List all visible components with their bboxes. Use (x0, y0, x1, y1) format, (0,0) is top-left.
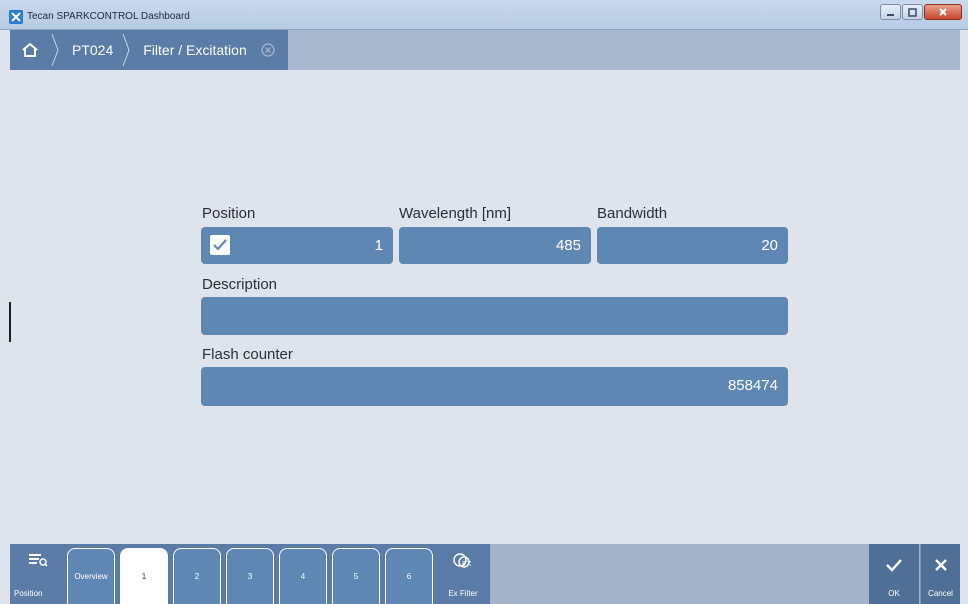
cancel-button[interactable]: Cancel (920, 544, 960, 604)
ex-filter-button[interactable]: EX Ex Filter (436, 544, 490, 604)
ex-filter-label: Ex Filter (448, 589, 478, 598)
ok-button[interactable]: OK (869, 544, 919, 604)
chevron-right-icon (121, 30, 135, 70)
position-tool-label: Position (14, 589, 43, 598)
position-tool-button[interactable]: Position (10, 544, 66, 604)
bandwidth-value: 20 (761, 237, 778, 254)
description-label: Description (202, 276, 278, 293)
minimize-button[interactable] (880, 4, 901, 20)
position-checkbox[interactable] (210, 235, 230, 255)
close-circle-icon[interactable] (261, 43, 275, 57)
checkmark-icon (213, 239, 227, 251)
tab-3[interactable]: 3 (226, 548, 274, 604)
list-search-icon (29, 554, 48, 567)
chevron-right-icon (50, 30, 64, 70)
window-controls (880, 4, 962, 20)
position-label: Position (202, 205, 256, 222)
wavelength-value: 485 (555, 237, 581, 254)
bandwidth-field[interactable]: 20 (597, 227, 788, 264)
breadcrumb-bar: PT024 Filter / Excitation (10, 30, 960, 70)
flash-counter-field[interactable]: 858474 (201, 367, 788, 406)
breadcrumb-item-filter-excitation: Filter / Excitation (143, 42, 247, 58)
tab-2[interactable]: 2 (173, 548, 221, 604)
bandwidth-label: Bandwidth (597, 205, 668, 222)
position-value: 1 (374, 237, 383, 254)
window-resize-marker (9, 302, 11, 342)
window-title: Tecan SPARKCONTROL Dashboard (27, 11, 190, 22)
ok-label: OK (888, 589, 900, 598)
wavelength-field[interactable]: 485 (399, 227, 591, 264)
app-logo-icon (9, 10, 23, 24)
tab-4[interactable]: 4 (279, 548, 327, 604)
home-icon (22, 43, 38, 57)
description-field[interactable] (201, 297, 788, 335)
maximize-button[interactable] (902, 4, 923, 20)
breadcrumb-item-pt024[interactable]: PT024 (64, 42, 121, 58)
svg-text:EX: EX (462, 561, 472, 568)
position-field[interactable]: 1 (201, 227, 393, 264)
wavelength-label: Wavelength [nm] (399, 205, 511, 222)
tab-6[interactable]: 6 (385, 548, 433, 604)
flash-counter-label: Flash counter (202, 346, 293, 363)
tab-5[interactable]: 5 (332, 548, 380, 604)
breadcrumb: PT024 Filter / Excitation (10, 30, 288, 70)
tab-overview[interactable]: Overview (67, 548, 115, 604)
filter-form: Position Wavelength [nm] Bandwidth 1 485… (10, 70, 960, 544)
cancel-label: Cancel (928, 589, 953, 598)
close-window-button[interactable] (924, 4, 962, 20)
tab-1[interactable]: 1 (120, 548, 168, 604)
close-icon (934, 559, 947, 571)
check-icon (886, 559, 902, 572)
ex-filter-icon: EX (453, 553, 472, 568)
window-titlebar: Tecan SPARKCONTROL Dashboard (0, 0, 968, 30)
bottom-toolbar: Position Overview 1 2 3 4 5 6 EX Ex Filt… (10, 544, 960, 604)
home-button[interactable] (10, 30, 50, 70)
flash-counter-value: 858474 (727, 377, 778, 394)
